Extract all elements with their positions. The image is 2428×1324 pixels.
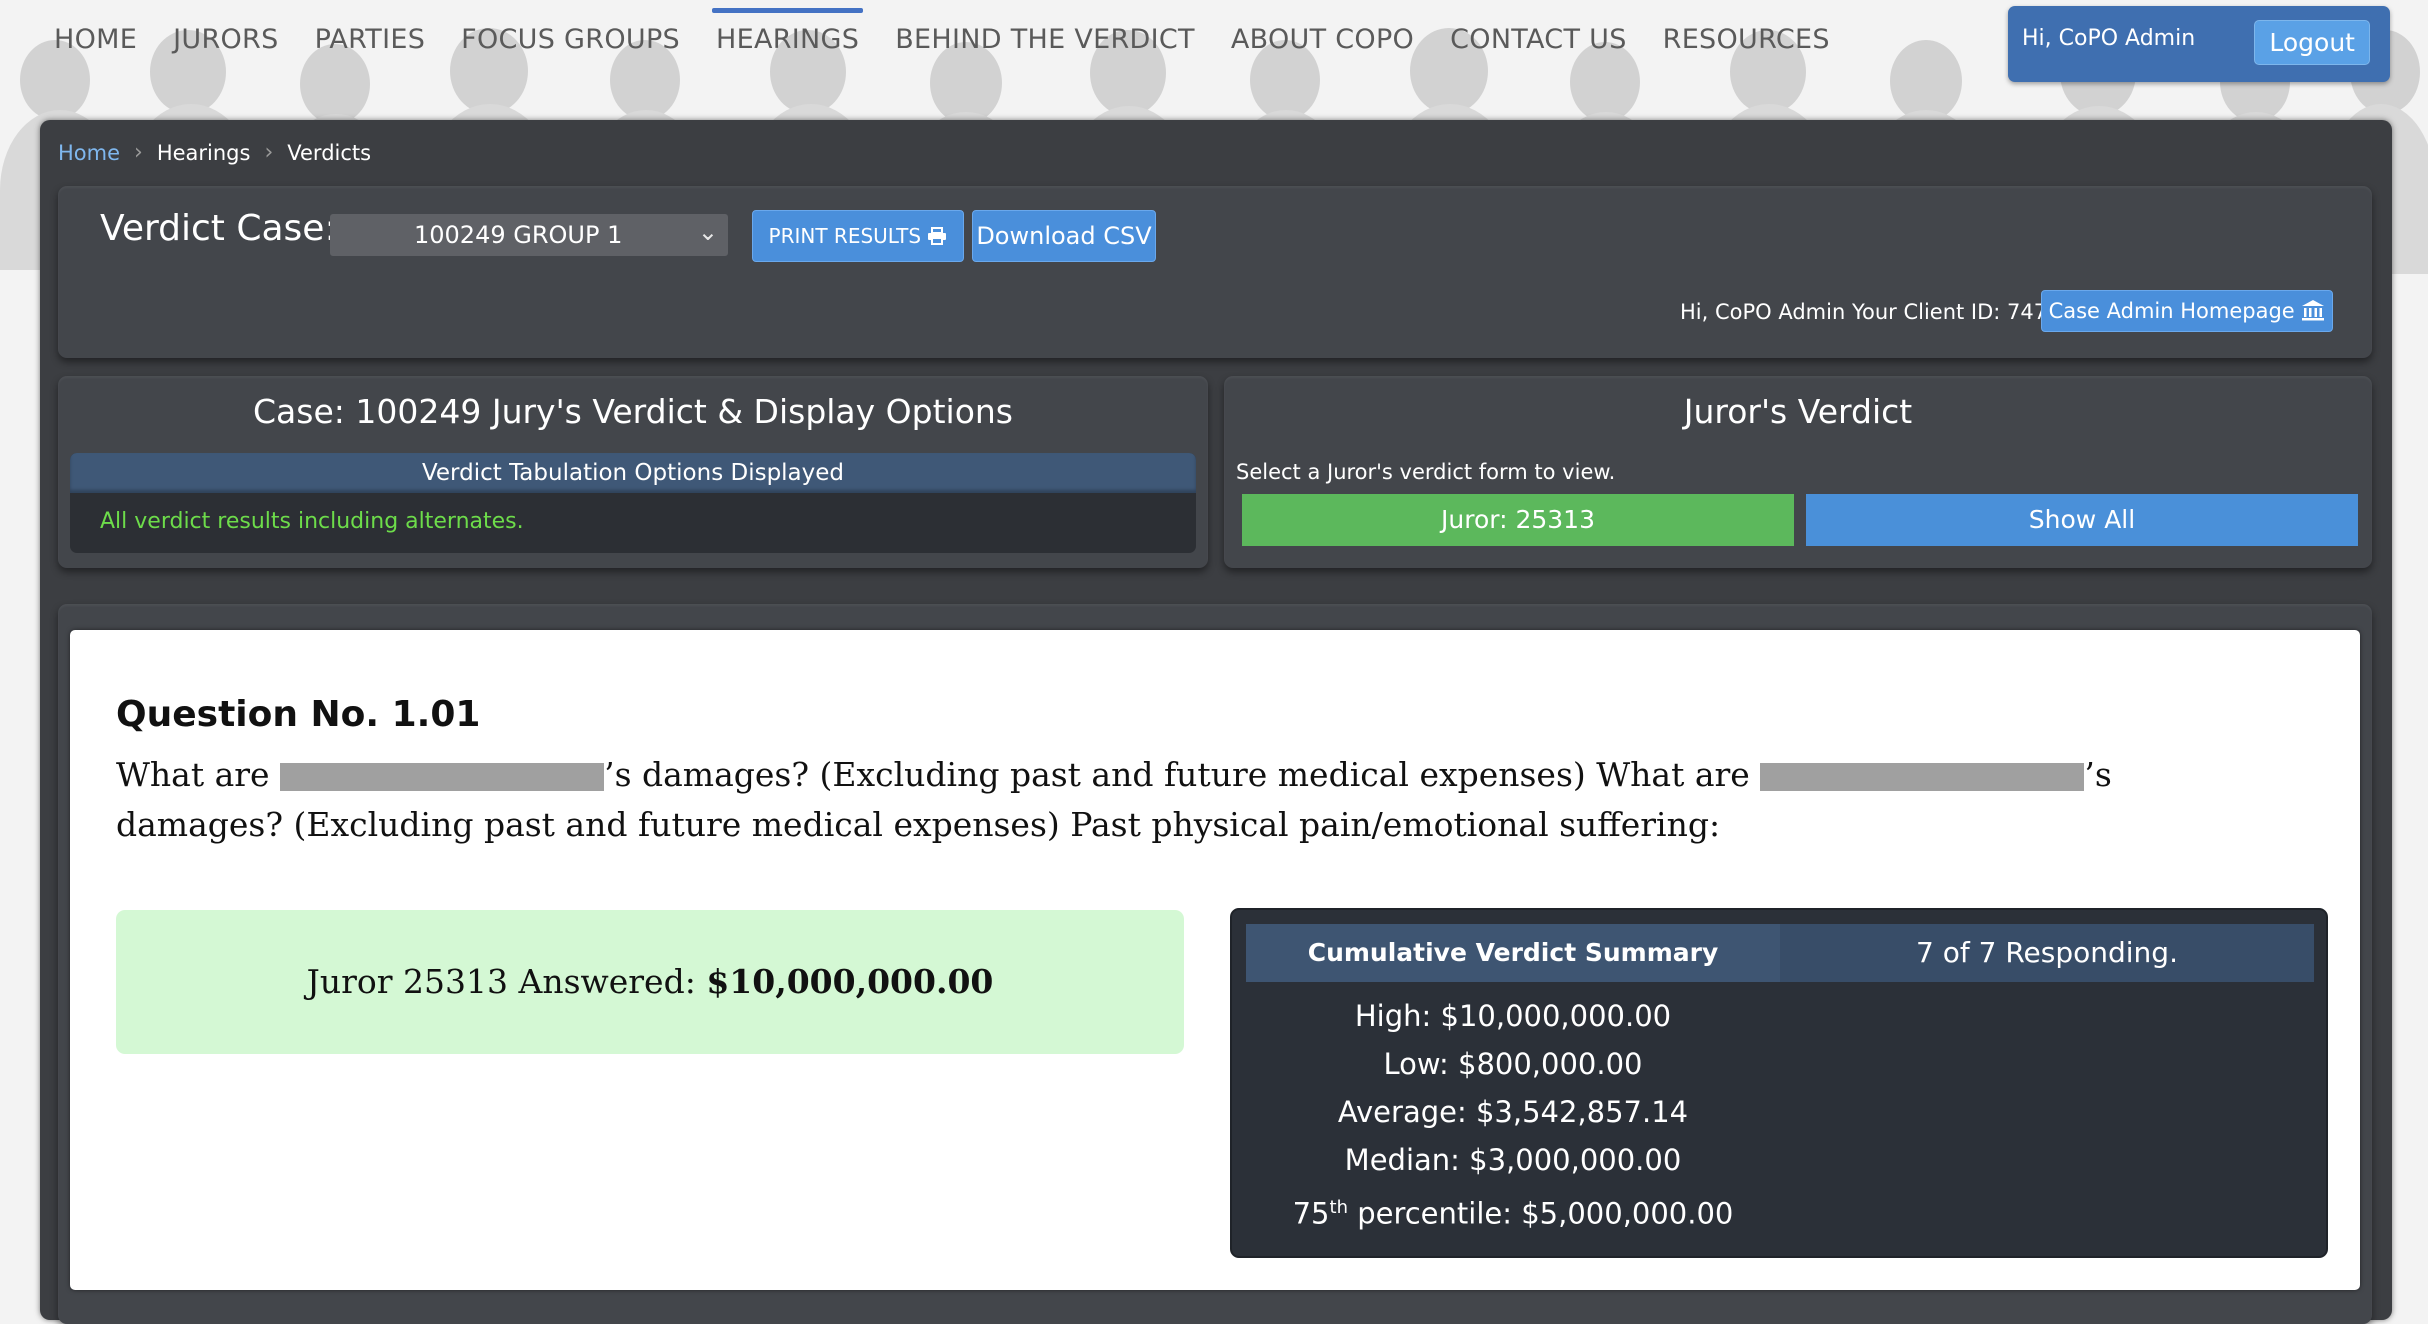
chevron-right-icon: ›	[134, 140, 143, 165]
download-csv-button[interactable]: Download CSV	[972, 210, 1156, 262]
p75-suffix: th	[1329, 1197, 1348, 1218]
top-nav: HOME JURORS PARTIES FOCUS GROUPS HEARING…	[36, 0, 1848, 80]
verdict-case-card: Verdict Case: 100249 GROUP 1 ⌄ PRINT RES…	[58, 186, 2372, 358]
nav-about-copo[interactable]: ABOUT COPO	[1213, 0, 1432, 80]
nav-parties[interactable]: PARTIES	[297, 0, 444, 80]
summary-responding: 7 of 7 Responding.	[1780, 924, 2314, 982]
summary-low: Low: $800,000.00	[1383, 1047, 1643, 1081]
verdict-case-label: Verdict Case:	[100, 208, 337, 249]
p75-number: 75	[1292, 1196, 1330, 1231]
verdict-case-select[interactable]: 100249 GROUP 1 ⌄	[330, 214, 728, 256]
jurors-verdict-card: Juror's Verdict Select a Juror's verdict…	[1224, 376, 2372, 568]
case-admin-homepage-button[interactable]: Case Admin Homepage	[2041, 290, 2333, 332]
summary-high: High: $10,000,000.00	[1354, 999, 1672, 1033]
main-panel: Home › Hearings › Verdicts Verdict Case:…	[40, 120, 2392, 1324]
question-card: Question No. 1.01 What are ’s damages? (…	[58, 604, 2372, 1324]
logout-button[interactable]: Logout	[2254, 20, 2370, 65]
client-id-text: Hi, CoPO Admin Your Client ID: 747	[1680, 300, 2048, 324]
show-all-button[interactable]: Show All	[1806, 494, 2358, 546]
tabulation-options-header: Verdict Tabulation Options Displayed	[70, 453, 1196, 493]
breadcrumb-home[interactable]: Home	[58, 141, 120, 165]
redacted-name	[280, 763, 605, 791]
bank-icon	[2302, 300, 2325, 321]
user-box: Hi, CoPO Admin Logout	[2008, 6, 2390, 82]
answer-value: $10,000,000.00	[706, 962, 994, 1001]
question-number: Question No. 1.01	[116, 694, 481, 735]
juror-answer-box: Juror 25313 Answered: $10,000,000.00	[116, 910, 1184, 1054]
summary-average: Average: $3,542,857.14	[1337, 1095, 1689, 1129]
tabulation-option-text: All verdict results including alternates…	[100, 509, 524, 534]
case-admin-homepage-label: Case Admin Homepage	[2048, 299, 2295, 323]
verdict-case-selected: 100249 GROUP 1	[414, 221, 623, 249]
summary-75th-percentile: 75th percentile: $5,000,000.00	[1246, 1184, 1780, 1238]
juror-25313-button[interactable]: Juror: 25313	[1242, 494, 1794, 546]
nav-behind-the-verdict[interactable]: BEHIND THE VERDICT	[877, 0, 1213, 80]
question-text-part-2: ’s damages? (Excluding past and future m…	[604, 755, 1750, 794]
nav-contact-us[interactable]: CONTACT US	[1432, 0, 1645, 80]
display-options-card: Case: 100249 Jury's Verdict & Display Op…	[58, 376, 1208, 568]
print-results-button[interactable]: PRINT RESULTS	[752, 210, 964, 262]
user-greeting: Hi, CoPO Admin	[2022, 26, 2196, 51]
chevron-down-icon: ⌄	[697, 218, 718, 246]
nav-jurors[interactable]: JURORS	[155, 0, 296, 80]
breadcrumb: Home › Hearings › Verdicts	[58, 140, 371, 165]
breadcrumb-current: Verdicts	[287, 140, 372, 165]
nav-focus-groups[interactable]: FOCUS GROUPS	[443, 0, 698, 80]
question-panel: Question No. 1.01 What are ’s damages? (…	[70, 630, 2360, 1290]
chevron-right-icon: ›	[264, 140, 274, 165]
question-text-part-1: What are	[116, 755, 270, 794]
display-options-title: Case: 100249 Jury's Verdict & Display Op…	[253, 392, 1013, 431]
tabulation-options: Verdict Tabulation Options Displayed All…	[70, 453, 1196, 553]
answer-prefix: Juror 25313 Answered:	[306, 962, 696, 1001]
print-icon	[928, 227, 947, 245]
question-text: What are ’s damages? (Excluding past and…	[116, 750, 2276, 850]
nav-resources[interactable]: RESOURCES	[1645, 0, 1848, 80]
print-results-label: PRINT RESULTS	[768, 224, 922, 248]
nav-home[interactable]: HOME	[36, 0, 155, 80]
breadcrumb-hearings[interactable]: Hearings	[157, 141, 251, 165]
summary-title: Cumulative Verdict Summary	[1246, 924, 1780, 982]
summary-stats: High: $10,000,000.00 Low: $800,000.00 Av…	[1246, 992, 1780, 1238]
p75-value: percentile: $5,000,000.00	[1347, 1196, 1734, 1231]
nav-hearings[interactable]: HEARINGS	[698, 0, 877, 80]
jurors-verdict-subtitle: Select a Juror's verdict form to view.	[1236, 460, 1616, 484]
redacted-name	[1760, 763, 2085, 791]
summary-median: Median: $3,000,000.00	[1344, 1143, 1682, 1177]
jurors-verdict-title: Juror's Verdict	[1683, 392, 1913, 431]
cumulative-summary: Cumulative Verdict Summary 7 of 7 Respon…	[1230, 908, 2328, 1258]
